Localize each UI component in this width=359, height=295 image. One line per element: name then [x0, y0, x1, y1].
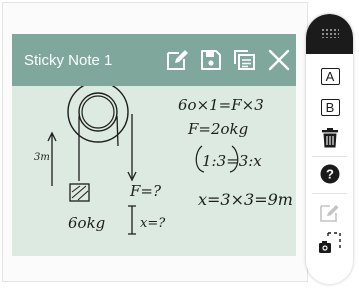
save-button[interactable] — [194, 43, 228, 77]
delete-button[interactable] — [316, 126, 344, 150]
help-icon: ? — [320, 164, 340, 184]
note-title: Sticky Note 1 — [24, 51, 113, 69]
grip-icon — [321, 28, 339, 38]
equation-2: F=2okg — [188, 120, 249, 138]
sticky-note-canvas[interactable]: 3m 6okg F=? x=? 6o×1=F×3 F=2okg 1:3=3:x … — [12, 86, 296, 256]
edit-icon — [320, 205, 339, 222]
edit-button[interactable] — [160, 43, 194, 77]
svg-text:?: ? — [326, 167, 334, 182]
distance-x-label: x=? — [140, 216, 166, 231]
sticky-note-header[interactable]: Sticky Note 1 — [12, 34, 296, 86]
close-icon — [268, 49, 290, 71]
toolbar-divider — [312, 156, 347, 157]
note-a-button[interactable]: A — [316, 64, 344, 88]
side-toolbar: A B ? — [306, 14, 353, 284]
edit-note-button[interactable] — [316, 201, 344, 225]
copy-icon — [234, 50, 255, 70]
copy-button[interactable] — [228, 43, 262, 77]
letter-a-icon: A — [320, 67, 340, 85]
screenshot-camera-icon — [319, 232, 341, 253]
trash-icon — [322, 128, 338, 148]
save-icon — [201, 50, 221, 70]
note-b-button[interactable]: B — [316, 95, 344, 119]
close-button[interactable] — [262, 43, 296, 77]
edit-icon — [167, 50, 188, 70]
distance-3m-label: 3m — [34, 152, 50, 163]
help-button[interactable]: ? — [316, 162, 344, 186]
equation-3: 1:3=3:x — [202, 152, 262, 170]
screenshot-button[interactable] — [316, 231, 344, 255]
app-stage: Sticky Note 1 3m 6okg F=? x=? 6o×1=F×3 F… — [0, 0, 359, 295]
equation-1: 6o×1=F×3 — [178, 96, 264, 114]
mass-label: 6okg — [68, 214, 106, 232]
toolbar-drag-handle[interactable] — [306, 14, 353, 54]
toolbar-divider — [312, 193, 347, 194]
force-label: F=? — [130, 182, 162, 200]
letter-b-icon: B — [320, 98, 340, 116]
equation-4: x=3×3=9m — [198, 190, 293, 209]
